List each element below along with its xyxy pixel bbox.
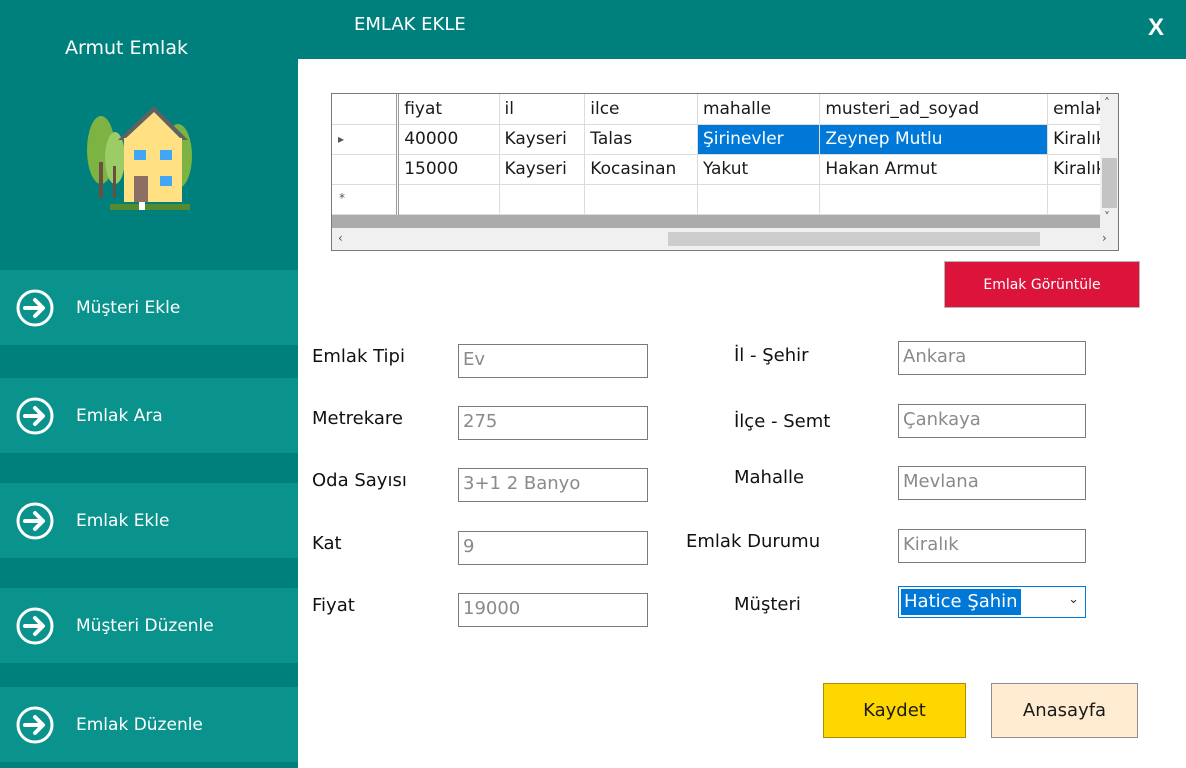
row-header-corner [332, 94, 400, 125]
arrow-right-circle-icon [16, 502, 54, 539]
kaydet-button[interactable]: Kaydet [823, 683, 966, 738]
column-header[interactable]: ilce [584, 94, 698, 125]
musteri-label: Müşteri [734, 594, 801, 615]
fiyat-input[interactable]: 19000 [458, 593, 648, 627]
current-row-indicator: ▸ [338, 131, 345, 146]
arrow-right-circle-icon [16, 289, 54, 326]
grid-cell[interactable]: Kocasinan [584, 154, 698, 185]
sidebar-item-emlak-duzenle[interactable]: Emlak Düzenle [0, 687, 298, 762]
grid-cell[interactable] [499, 184, 586, 215]
il-sehir-label: İl - Şehir [734, 345, 809, 366]
grid-cell[interactable]: Kayseri [499, 124, 586, 155]
emlak-durumu-label: Emlak Durumu [686, 531, 821, 552]
column-header[interactable]: fiyat [397, 94, 500, 125]
emlak-durumu-input[interactable]: Kiralık [898, 529, 1086, 563]
grid-cell-selected[interactable]: Zeynep Mutlu [819, 124, 1049, 155]
grid-cell[interactable]: Talas [584, 124, 698, 155]
emlak-tipi-input[interactable]: Ev [458, 344, 648, 378]
arrow-right-circle-icon [16, 607, 54, 644]
vertical-scrollbar[interactable]: ˄ ˅ [1100, 94, 1118, 229]
house-logo-icon [87, 106, 192, 210]
kat-label: Kat [312, 533, 342, 554]
grid-cell[interactable] [819, 184, 1049, 215]
mahalle-label: Mahalle [734, 467, 805, 488]
metrekare-input[interactable]: 275 [458, 406, 648, 440]
grid-cell[interactable] [697, 184, 821, 215]
column-header[interactable]: il [499, 94, 586, 125]
grid-cell[interactable]: Kayseri [499, 154, 586, 185]
sidebar-item-musteri-duzenle[interactable]: Müşteri Düzenle [0, 588, 298, 663]
column-header[interactable]: mahalle [697, 94, 821, 125]
musteri-selected-value: Hatice Şahin [901, 589, 1021, 615]
sidebar-item-label: Emlak Ekle [76, 510, 170, 531]
emlak-tipi-label: Emlak Tipi [312, 346, 405, 367]
table-row[interactable]: ▸ 40000 Kayseri Talas Şirinevler Zeynep … [332, 124, 1118, 155]
arrow-right-circle-icon [16, 397, 54, 434]
sidebar-item-emlak-ekle[interactable]: Emlak Ekle [0, 483, 298, 558]
row-header[interactable]: * [332, 184, 400, 215]
metrekare-label: Metrekare [312, 408, 403, 429]
scroll-left-icon[interactable]: ‹ [338, 231, 343, 245]
grid-cell[interactable]: Hakan Armut [819, 154, 1049, 185]
scroll-right-icon[interactable]: › [1102, 231, 1107, 245]
grid-header-row: fiyat il ilce mahalle musteri_ad_soyad e… [332, 94, 1118, 125]
sidebar: Armut Emlak Müşteri Ekle Emlak Ara Emlak… [0, 0, 298, 768]
grid-cell[interactable] [584, 184, 698, 215]
row-header[interactable] [332, 154, 400, 185]
grid-cell[interactable]: 15000 [397, 154, 500, 185]
grid-cell[interactable] [397, 184, 500, 215]
grid-cell[interactable]: Yakut [697, 154, 821, 185]
fiyat-label: Fiyat [312, 595, 355, 616]
scroll-up-icon[interactable]: ˄ [1104, 96, 1110, 110]
kat-input[interactable]: 9 [458, 531, 648, 565]
grid-cell-selected[interactable]: Şirinevler [697, 124, 821, 155]
title-bar: EMLAK EKLE X [298, 0, 1186, 59]
close-icon[interactable]: X [1148, 14, 1164, 42]
sidebar-item-label: Müşteri Düzenle [76, 615, 214, 636]
emlak-data-grid[interactable]: fiyat il ilce mahalle musteri_ad_soyad e… [331, 93, 1119, 251]
emlak-goruntule-button[interactable]: Emlak Görüntüle [944, 261, 1140, 308]
page-title: EMLAK EKLE [354, 14, 466, 35]
oda-sayisi-input[interactable]: 3+1 2 Banyo [458, 468, 648, 502]
scroll-thumb[interactable] [668, 232, 1040, 246]
sidebar-item-label: Emlak Ara [76, 405, 163, 426]
arrow-right-circle-icon [16, 706, 54, 743]
ilce-semt-label: İlçe - Semt [734, 411, 831, 432]
sidebar-item-musteri-ekle[interactable]: Müşteri Ekle [0, 270, 298, 345]
scroll-thumb[interactable] [1102, 158, 1117, 208]
ilce-semt-input[interactable]: Çankaya [898, 404, 1086, 438]
anasayfa-button[interactable]: Anasayfa [991, 683, 1138, 738]
table-row[interactable]: 15000 Kayseri Kocasinan Yakut Hakan Armu… [332, 154, 1118, 185]
grid-table: fiyat il ilce mahalle musteri_ad_soyad e… [332, 94, 1118, 215]
grid-cell[interactable]: 40000 [397, 124, 500, 155]
sidebar-item-emlak-ara[interactable]: Emlak Ara [0, 378, 298, 453]
chevron-down-icon[interactable]: ⌄ [1068, 592, 1079, 607]
column-header[interactable]: musteri_ad_soyad [819, 94, 1049, 125]
oda-sayisi-label: Oda Sayısı [312, 470, 407, 491]
mahalle-input[interactable]: Mevlana [898, 466, 1086, 500]
musteri-select[interactable]: Hatice Şahin ⌄ [898, 586, 1086, 618]
new-row-indicator: * [339, 190, 345, 205]
scroll-down-icon[interactable]: ˅ [1104, 210, 1110, 224]
il-sehir-input[interactable]: Ankara [898, 341, 1086, 375]
sidebar-item-label: Müşteri Ekle [76, 297, 181, 318]
new-row[interactable]: * [332, 184, 1118, 215]
horizontal-scrollbar[interactable]: ‹ › [332, 228, 1118, 250]
sidebar-item-label: Emlak Düzenle [76, 714, 203, 735]
app-title: Armut Emlak [65, 37, 188, 59]
row-header[interactable]: ▸ [332, 124, 400, 155]
